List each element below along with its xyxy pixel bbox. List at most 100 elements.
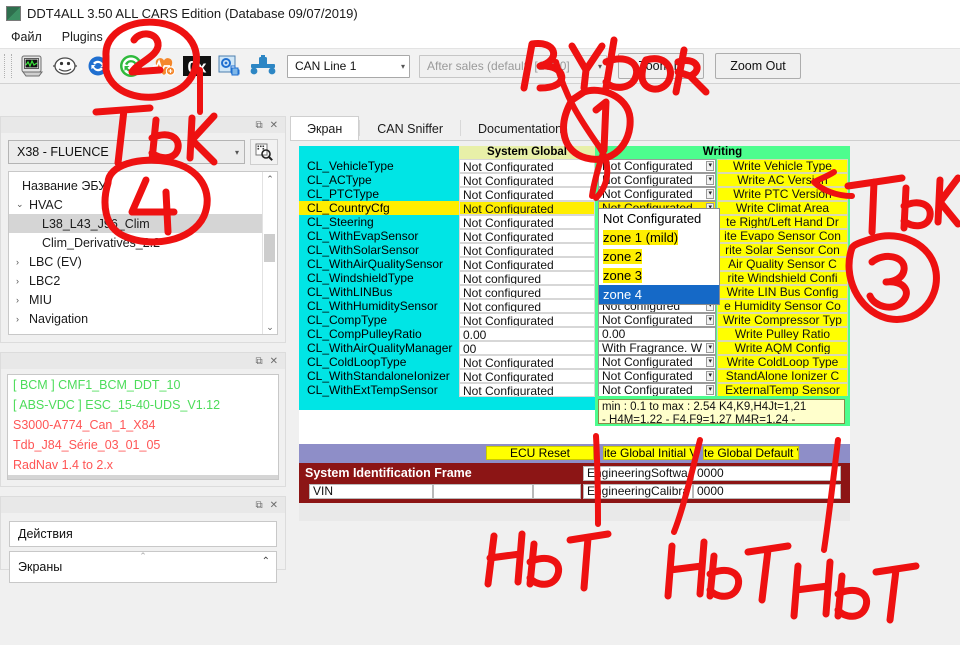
write-button[interactable]: Write PTC Version — [717, 187, 848, 201]
vin-value-field[interactable] — [433, 484, 533, 499]
scroll-down-icon[interactable]: ⌄ — [263, 320, 277, 334]
write-button[interactable]: Write AQM Config — [717, 341, 848, 355]
tab-documentation[interactable]: Documentation — [461, 116, 579, 140]
write-button[interactable]: Write LIN Bus Config — [717, 285, 848, 299]
screens-field[interactable]: ⌃ Экраны ⌃ — [9, 551, 277, 583]
tab-can-sniffer[interactable]: CAN Sniffer — [360, 116, 460, 140]
list-item-selected[interactable]: [ HVAC ] L38_L43_J96_Clim — [8, 475, 278, 479]
write-value-select[interactable]: Not Configurated ▾ — [598, 173, 716, 187]
write-value-select[interactable]: Not Configurated ▾ — [598, 383, 716, 397]
country-cfg-dropdown-popup[interactable]: Not Configurated zone 1 (mild) zone 2 zo… — [598, 208, 720, 305]
write-value-select[interactable]: Not Configurated ▾ — [598, 313, 716, 327]
write-global-default-button[interactable]: te Global Default Val — [703, 446, 799, 460]
system-global-value: Not Configurated — [459, 187, 595, 201]
write-button[interactable]: Write Climat Area — [717, 201, 848, 215]
list-item[interactable]: RadNav 1.4 to 2.x — [8, 455, 278, 475]
close-icon[interactable]: ✕ — [270, 120, 278, 131]
vehicle-select[interactable]: X38 - FLUENCE ▾ — [8, 140, 245, 164]
zoom-in-button[interactable]: Zoom In — [618, 53, 704, 79]
search-db-icon[interactable] — [250, 139, 278, 165]
dropdown-option[interactable]: zone 1 (mild) — [599, 228, 719, 247]
write-value-select[interactable]: Not Configurated ▾ — [598, 187, 716, 201]
actions-field[interactable]: Действия — [9, 521, 277, 547]
engineering-calibration-value[interactable]: 0000 — [693, 484, 841, 499]
writing-row: Not Configurated ▾ Write PTC Version — [595, 187, 850, 201]
write-value-select[interactable]: Not Configurated ▾ — [598, 159, 716, 173]
system-global-value: Not Configurated — [459, 369, 595, 383]
tree-item-miu[interactable]: › MIU — [9, 290, 277, 309]
write-value-select[interactable]: Not Configurated ▾ — [598, 355, 716, 369]
close-icon[interactable]: ✕ — [270, 500, 278, 511]
write-button[interactable]: Write AC Version — [717, 173, 848, 187]
system-global-value: Not Configurated — [459, 229, 595, 243]
ecu-reset-button[interactable]: ECU Reset — [486, 446, 594, 460]
vin-value-field-2[interactable] — [533, 484, 581, 499]
tree-item-l38-l43-j96-clim[interactable]: L38_L43_J96_Clim — [9, 214, 277, 233]
dropdown-option[interactable]: zone 2 — [599, 247, 719, 266]
write-button[interactable]: Write Pulley Ratio — [717, 327, 848, 341]
dropdown-option[interactable]: Not Configurated — [599, 209, 719, 228]
can-line-select[interactable]: CAN Line 1 ▾ — [287, 54, 410, 78]
write-button[interactable]: Write ColdLoop Type — [717, 355, 848, 369]
dropdown-option-selected[interactable]: zone 4 — [599, 285, 719, 304]
chevron-up-icon[interactable]: ⌃ — [262, 556, 270, 567]
write-button[interactable]: te Right/Left Hand Dr — [717, 215, 848, 229]
list-item[interactable]: S3000-A774_Can_1_X84 — [8, 415, 278, 435]
write-button[interactable]: Write Vehicle Type — [717, 159, 848, 173]
connect-green-icon[interactable] — [116, 52, 146, 80]
ecu-heartbeat-icon[interactable] — [149, 52, 179, 80]
write-global-initial-button[interactable]: ite Global Initial Valu — [603, 446, 697, 460]
list-item[interactable]: [ BCM ] CMF1_BCM_DDT_10 — [8, 375, 278, 395]
ecu-scan-icon[interactable] — [17, 52, 47, 80]
dropdown-option[interactable]: zone 3 — [599, 266, 719, 285]
write-value: 0.00 — [602, 327, 626, 341]
settings-click-icon[interactable] — [215, 52, 245, 80]
system-global-value: Not Configurated — [459, 243, 595, 257]
tree-item-label: Clim_Derivatives_2.2 — [42, 235, 161, 250]
list-item[interactable]: Tdb_J84_Série_03_01_05 — [8, 435, 278, 455]
menu-item-plugins[interactable]: Plugins — [59, 29, 106, 45]
engineering-software-value[interactable]: 0000 — [693, 466, 841, 481]
range-status-box: min : 0.1 to max : 2.54 K4,K9,H4Jt=1,21 … — [598, 399, 845, 424]
write-value-select[interactable]: Not Configurated ▾ — [598, 369, 716, 383]
tab-ekran[interactable]: Экран — [290, 116, 360, 140]
write-button[interactable]: StandAlone Ionizer C — [717, 369, 848, 383]
close-icon[interactable]: ✕ — [270, 356, 278, 367]
menu-item-file[interactable]: Файл — [8, 29, 45, 45]
write-button[interactable]: ExternalTemp Sensor — [717, 383, 848, 397]
tree-item-navigation[interactable]: › Navigation — [9, 309, 277, 328]
scroll-up-icon[interactable]: ⌃ — [263, 172, 277, 186]
tree-item-clim-derivatives[interactable]: Clim_Derivatives_2.2 — [9, 233, 277, 252]
float-icon[interactable]: ⧉ — [255, 500, 262, 511]
write-button[interactable]: e Humidity Sensor Co — [717, 299, 848, 313]
tree-item-hvac[interactable]: ⌄ HVAC — [9, 195, 277, 214]
tree-item-lbc2[interactable]: › LBC2 — [9, 271, 277, 290]
write-button[interactable]: rite Solar Sensor Con — [717, 243, 848, 257]
float-icon[interactable]: ⧉ — [255, 356, 262, 367]
write-button[interactable]: rite Windshield Confi — [717, 271, 848, 285]
write-value-input[interactable]: 0.00 — [598, 327, 716, 341]
float-icon[interactable]: ⧉ — [255, 120, 262, 131]
can-bus-icon[interactable] — [248, 52, 278, 80]
engineering-calibration-label: EngineeringCalibra — [583, 484, 693, 499]
write-value: Not Configurated — [602, 187, 693, 201]
system-global-header: System Global — [459, 146, 595, 159]
ecu-list[interactable]: [ BCM ] CMF1_BCM_DDT_10 [ ABS-VDC ] ESC_… — [7, 374, 279, 480]
tree-item-lbc-ev[interactable]: › LBC (EV) — [9, 252, 277, 271]
list-item[interactable]: [ ABS-VDC ] ESC_15-40-UDS_V1.12 — [8, 395, 278, 415]
actions-dock-header: ⧉ ✕ — [0, 496, 286, 513]
profile-select[interactable]: After sales (default) [10C0] ▾ — [419, 54, 607, 78]
write-value-select[interactable]: With Fragrance. W ▾ — [598, 341, 716, 355]
write-button[interactable]: ite Evapo Sensor Con — [717, 229, 848, 243]
hex-0x-icon[interactable]: 0x — [182, 52, 212, 80]
write-button[interactable]: Air Quality Sensor C — [717, 257, 848, 271]
zoom-out-button[interactable]: Zoom Out — [715, 53, 801, 79]
ecu-tree[interactable]: Название ЭБУ ⌄ HVAC L38_L43_J96_Clim Cli… — [8, 171, 278, 335]
chevron-down-icon: ⌄ — [16, 199, 24, 209]
write-button[interactable]: Write Compressor Typ — [717, 313, 848, 327]
scroll-thumb[interactable] — [264, 234, 275, 262]
refresh-blue-icon[interactable] — [83, 52, 113, 80]
ecu-tree-scrollbar[interactable]: ⌃ ⌄ — [262, 172, 277, 334]
vehicle-icon[interactable] — [50, 52, 80, 80]
toolbar-grip[interactable] — [4, 54, 12, 78]
